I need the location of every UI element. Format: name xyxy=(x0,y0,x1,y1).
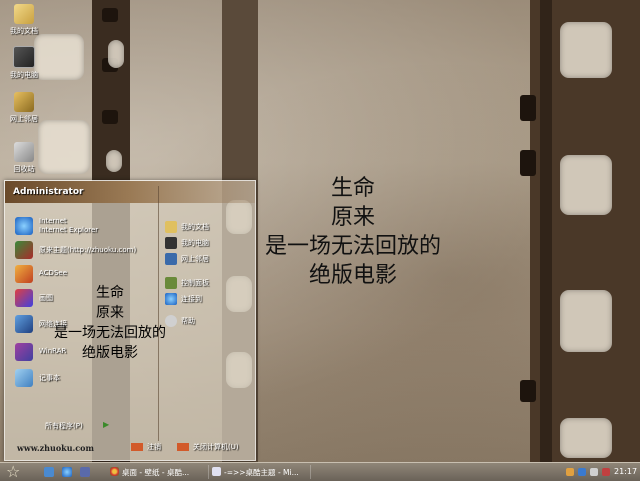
start-menu: Administrator Internet Internet Explorer… xyxy=(4,180,256,461)
start-menu-header: Administrator xyxy=(5,181,255,203)
desktop-icon-label: 回收站 xyxy=(13,165,35,173)
poem-line: 是一场无法回放的 xyxy=(54,325,166,341)
start-right-label: 帮助 xyxy=(181,317,195,325)
start-item-sublabel: Internet Explorer xyxy=(39,226,99,234)
start-right-label: 控制面板 xyxy=(181,279,209,287)
task-label: -=>>桌酷主题 - Mi... xyxy=(224,468,299,477)
document-icon xyxy=(212,467,221,476)
theme-icon xyxy=(15,241,33,259)
start-right-my-documents[interactable]: 我的文档 xyxy=(165,221,255,235)
desktop-icon-label: 我的文档 xyxy=(10,27,38,35)
poem-line: 生命 xyxy=(96,285,124,301)
start-item-theme[interactable]: 原来主题(http://zhuoku.com) xyxy=(15,241,157,261)
logoff-label: 注销 xyxy=(147,443,161,451)
desktop-icon-label: 网上邻居 xyxy=(10,115,38,123)
poem-line: 绝版电影 xyxy=(82,345,138,361)
network-connection-icon xyxy=(15,315,33,333)
desktop-icon-network[interactable]: 网上邻居 xyxy=(2,92,46,124)
taskbar: ☆ 桌面 - 壁纸 - 桌酷... -=>>桌酷主题 - Mi... 21:17 xyxy=(0,462,640,481)
arrow-right-icon: ▶ xyxy=(103,420,110,429)
start-menu-footer: www.zhuoku.com 注销 关闭计算机(U) xyxy=(5,439,255,459)
tray-icon[interactable] xyxy=(578,468,586,476)
poem-line: 绝版电影 xyxy=(308,263,397,288)
logoff-icon xyxy=(131,443,143,451)
task-button-theme[interactable]: -=>>桌酷主题 - Mi... xyxy=(210,465,311,479)
internet-explorer-icon xyxy=(15,217,33,235)
winrar-icon xyxy=(15,343,33,361)
start-right-connect[interactable]: 连接到 xyxy=(165,293,255,307)
wallpaper-poem: 生命 原来 是一场无法回放的 绝版电影 xyxy=(248,174,458,290)
task-label: 桌面 - 壁纸 - 桌酷... xyxy=(122,468,190,477)
tray-icon[interactable] xyxy=(566,468,574,476)
start-item-label: ACDSee xyxy=(39,269,67,277)
poem-line: 原来 xyxy=(330,205,375,230)
start-right-label: 连接到 xyxy=(181,295,202,303)
desktop-icon-my-documents[interactable]: 我的文档 xyxy=(2,4,46,36)
start-right-label: 我的文档 xyxy=(181,223,209,231)
network-icon xyxy=(14,92,34,112)
start-item-label: 记事本 xyxy=(39,374,60,382)
tray-icon[interactable] xyxy=(602,468,610,476)
volume-icon[interactable] xyxy=(590,468,598,476)
network-icon xyxy=(165,253,177,265)
clock[interactable]: 21:17 xyxy=(614,467,637,476)
poem-line: 生命 xyxy=(330,176,375,201)
internet-explorer-icon[interactable] xyxy=(62,467,72,477)
computer-icon xyxy=(165,237,177,249)
start-right-network[interactable]: 网上邻居 xyxy=(165,253,255,267)
start-item-label: Internet xyxy=(39,217,67,225)
chrome-icon xyxy=(110,467,119,476)
start-right-label: 我的电脑 xyxy=(181,239,209,247)
shutdown-label: 关闭计算机(U) xyxy=(193,443,239,451)
desktop-icon-label: 我的电脑 xyxy=(10,71,38,79)
notepad-icon xyxy=(15,369,33,387)
computer-icon xyxy=(13,46,35,68)
start-item-internet[interactable]: Internet Internet Explorer xyxy=(15,217,157,237)
all-programs-button[interactable]: 所有程序(P) xyxy=(45,421,83,431)
media-player-icon[interactable] xyxy=(80,467,90,477)
start-right-control-panel[interactable]: 控制面板 xyxy=(165,277,255,291)
start-right-label: 网上邻居 xyxy=(181,255,209,263)
desktop-icon-recycle-bin[interactable]: 回收站 xyxy=(2,142,46,174)
start-item-notepad[interactable]: 记事本 xyxy=(15,369,157,389)
folder-documents-icon xyxy=(165,221,177,233)
footer-url: www.zhuoku.com xyxy=(17,443,94,453)
start-right-my-computer[interactable]: 我的电脑 xyxy=(165,237,255,251)
paint-icon xyxy=(15,289,33,307)
desktop-icon-my-computer[interactable]: 我的电脑 xyxy=(2,46,46,80)
folder-documents-icon xyxy=(14,4,34,24)
poem-line: 是一场无法回放的 xyxy=(264,234,441,259)
show-desktop-icon[interactable] xyxy=(44,467,54,477)
start-button[interactable]: ☆ xyxy=(6,463,20,481)
user-name: Administrator xyxy=(13,187,84,197)
task-button-desktop[interactable]: 桌面 - 壁纸 - 桌酷... xyxy=(108,465,209,479)
acdsee-icon xyxy=(15,265,33,283)
start-menu-poem: 生命 原来 是一场无法回放的 绝版电影 xyxy=(45,283,175,363)
recycle-bin-icon xyxy=(14,142,34,162)
start-right-help[interactable]: 帮助 xyxy=(165,315,255,329)
start-item-label: 原来主题(http://zhuoku.com) xyxy=(39,246,137,254)
shutdown-icon xyxy=(177,443,189,451)
start-item-acdsee[interactable]: ACDSee xyxy=(15,265,157,285)
poem-line: 原来 xyxy=(96,305,124,321)
